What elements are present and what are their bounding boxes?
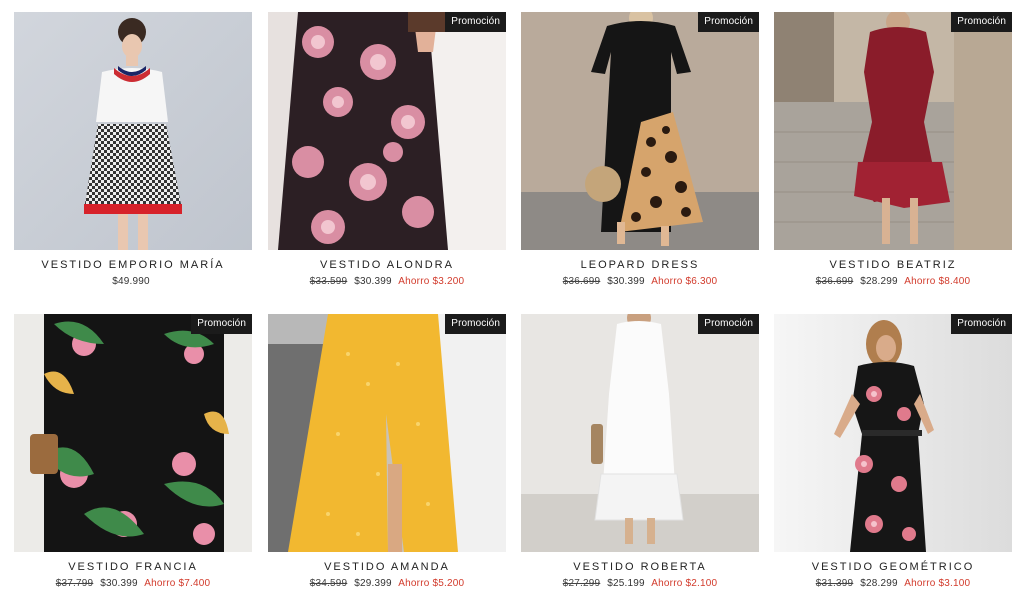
current-price: $29.399 bbox=[354, 578, 392, 589]
price-row: $36.699 $30.399 Ahorro $6.300 bbox=[521, 276, 759, 287]
savings-label: Ahorro $6.300 bbox=[651, 276, 718, 287]
product-image[interactable]: Promoción bbox=[774, 314, 1012, 552]
price-row: $49.990 bbox=[14, 276, 252, 287]
promo-badge: Promoción bbox=[191, 314, 252, 334]
product-photo bbox=[14, 12, 252, 250]
product-card[interactable]: Promoción VESTIDO ROBERTA $27.299 $25.19… bbox=[521, 314, 759, 589]
product-name[interactable]: LEOPARD DRESS bbox=[521, 259, 759, 271]
current-price: $28.299 bbox=[860, 578, 898, 589]
current-price: $30.399 bbox=[100, 578, 138, 589]
product-photo bbox=[268, 314, 506, 552]
product-card[interactable]: Promoción VESTIDO GEOMÉTRICO $31.399 $28… bbox=[774, 314, 1012, 589]
original-price: $37.799 bbox=[55, 578, 94, 589]
promo-badge: Promoción bbox=[445, 12, 506, 32]
price-row: $27.299 $25.199 Ahorro $2.100 bbox=[521, 578, 759, 589]
promo-badge: Promoción bbox=[445, 314, 506, 334]
promo-badge: Promoción bbox=[951, 12, 1012, 32]
product-card[interactable]: Promoción VESTIDO ALONDRA $33.599 $30.39… bbox=[268, 12, 506, 287]
product-name[interactable]: VESTIDO BEATRIZ bbox=[774, 259, 1012, 271]
product-card[interactable]: Promoción VESTIDO BEATRIZ $36.699 $28.29… bbox=[774, 12, 1012, 287]
savings-label: Ahorro $7.400 bbox=[144, 578, 211, 589]
product-image[interactable]: Promoción bbox=[268, 314, 506, 552]
product-name[interactable]: VESTIDO AMANDA bbox=[268, 561, 506, 573]
savings-label: Ahorro $3.200 bbox=[398, 276, 465, 287]
product-image[interactable]: Promoción bbox=[14, 314, 252, 552]
product-photo bbox=[521, 12, 759, 250]
product-card[interactable]: Promoción VESTIDO AMANDA $34.599 $29.399… bbox=[268, 314, 506, 589]
product-name[interactable]: VESTIDO FRANCIA bbox=[14, 561, 252, 573]
product-photo bbox=[268, 12, 506, 250]
promo-badge: Promoción bbox=[698, 12, 759, 32]
original-price: $34.599 bbox=[309, 578, 348, 589]
product-image[interactable]: Promoción bbox=[774, 12, 1012, 250]
product-card[interactable]: Promoción LEOPARD DRESS $36.699 $30.399 … bbox=[521, 12, 759, 287]
product-grid: VESTIDO EMPORIO MARÍA $49.990 Promoción … bbox=[0, 0, 1024, 592]
product-photo bbox=[774, 12, 1012, 250]
current-price: $30.399 bbox=[607, 276, 645, 287]
product-name[interactable]: VESTIDO ALONDRA bbox=[268, 259, 506, 271]
current-price: $49.990 bbox=[112, 276, 150, 287]
price-row: $31.399 $28.299 Ahorro $3.100 bbox=[774, 578, 1012, 589]
product-photo bbox=[521, 314, 759, 552]
product-image[interactable] bbox=[14, 12, 252, 250]
price-row: $36.699 $28.299 Ahorro $8.400 bbox=[774, 276, 1012, 287]
price-row: $33.599 $30.399 Ahorro $3.200 bbox=[268, 276, 506, 287]
product-image[interactable]: Promoción bbox=[521, 314, 759, 552]
original-price: $27.299 bbox=[562, 578, 601, 589]
product-name[interactable]: VESTIDO ROBERTA bbox=[521, 561, 759, 573]
savings-label: Ahorro $2.100 bbox=[651, 578, 718, 589]
original-price: $36.699 bbox=[815, 276, 854, 287]
price-row: $37.799 $30.399 Ahorro $7.400 bbox=[14, 578, 252, 589]
product-card[interactable]: Promoción VESTIDO FRANCIA $37.799 $30.39… bbox=[14, 314, 252, 589]
price-row: $34.599 $29.399 Ahorro $5.200 bbox=[268, 578, 506, 589]
savings-label: Ahorro $8.400 bbox=[904, 276, 971, 287]
savings-label: Ahorro $3.100 bbox=[904, 578, 971, 589]
product-card[interactable]: VESTIDO EMPORIO MARÍA $49.990 bbox=[14, 12, 252, 287]
promo-badge: Promoción bbox=[951, 314, 1012, 334]
savings-label: Ahorro $5.200 bbox=[398, 578, 465, 589]
product-image[interactable]: Promoción bbox=[268, 12, 506, 250]
current-price: $28.299 bbox=[860, 276, 898, 287]
product-name[interactable]: VESTIDO GEOMÉTRICO bbox=[774, 561, 1012, 573]
product-image[interactable]: Promoción bbox=[521, 12, 759, 250]
original-price: $33.599 bbox=[309, 276, 348, 287]
current-price: $30.399 bbox=[354, 276, 392, 287]
product-name[interactable]: VESTIDO EMPORIO MARÍA bbox=[14, 259, 252, 271]
product-photo bbox=[774, 314, 1012, 552]
current-price: $25.199 bbox=[607, 578, 645, 589]
original-price: $36.699 bbox=[562, 276, 601, 287]
product-photo bbox=[14, 314, 252, 552]
promo-badge: Promoción bbox=[698, 314, 759, 334]
original-price: $31.399 bbox=[815, 578, 854, 589]
